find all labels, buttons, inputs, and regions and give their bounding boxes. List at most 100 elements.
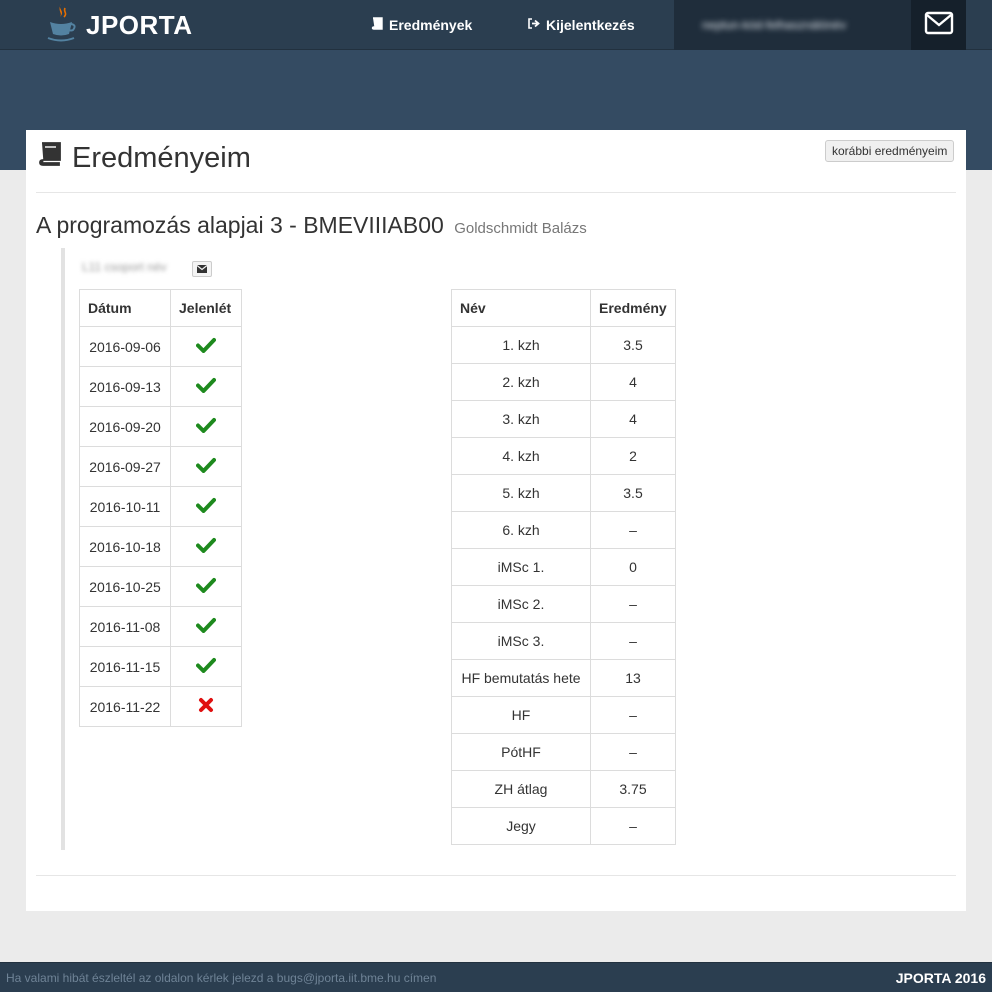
attendance-date: 2016-11-22 [79, 686, 171, 727]
check-icon [196, 458, 216, 476]
brand-name: JPORTA [86, 9, 193, 40]
user-name: neptun-kód-felhasználónév [702, 18, 847, 32]
result-value: 2 [590, 437, 676, 475]
table-row: 2016-09-13 [79, 366, 242, 407]
result-value: 4 [590, 400, 676, 438]
result-value: – [590, 585, 676, 623]
table-row: 3. kzh 4 [451, 400, 676, 438]
footer: Ha valami hibát észleltél az oldalon kér… [0, 962, 992, 992]
attendance-date: 2016-09-06 [79, 326, 171, 367]
check-icon [196, 658, 216, 676]
nav-user[interactable]: neptun-kód-felhasználónév [674, 0, 911, 50]
attendance-date: 2016-10-11 [79, 486, 171, 527]
result-name: 3. kzh [451, 400, 591, 438]
main-panel: Eredményeim korábbi eredményeim A progra… [26, 130, 966, 911]
attendance-date: 2016-09-20 [79, 406, 171, 447]
book-icon [371, 17, 384, 33]
attendance-date: 2016-11-08 [79, 606, 171, 647]
attendance-mark [170, 606, 242, 647]
table-row: 2016-10-18 [79, 526, 242, 567]
divider [36, 875, 956, 876]
result-value: – [590, 696, 676, 734]
attendance-mark [170, 446, 242, 487]
cross-icon [198, 698, 214, 716]
check-icon [196, 378, 216, 396]
check-icon [196, 338, 216, 356]
table-row: Jegy – [451, 807, 676, 845]
group-mail-button[interactable] [192, 261, 212, 277]
result-name: 2. kzh [451, 363, 591, 401]
result-name: HF [451, 696, 591, 734]
column-header-attendance: Jelenlét [170, 289, 242, 327]
nav-logout-label: Kijelentkezés [546, 17, 635, 33]
lecturer-name: Goldschmidt Balázs [454, 220, 587, 237]
nav-results-label: Eredmények [389, 17, 473, 33]
check-icon [196, 618, 216, 636]
table-row: 2016-09-06 [79, 326, 242, 367]
result-name: 1. kzh [451, 326, 591, 364]
nav-mail-button[interactable] [911, 0, 966, 50]
result-value: – [590, 511, 676, 549]
result-name: iMSc 3. [451, 622, 591, 660]
attendance-mark [170, 366, 242, 407]
attendance-mark [170, 326, 242, 367]
java-cup-icon [44, 2, 78, 49]
nav-results-link[interactable]: Eredmények [371, 0, 472, 50]
table-row: PótHF – [451, 733, 676, 771]
table-row: 2. kzh 4 [451, 363, 676, 401]
result-value: 3.5 [590, 326, 676, 364]
table-row: iMSc 2. – [451, 585, 676, 623]
table-row: 2016-10-25 [79, 566, 242, 607]
result-name: iMSc 2. [451, 585, 591, 623]
result-name: 6. kzh [451, 511, 591, 549]
result-name: HF bemutatás hete [451, 659, 591, 697]
result-value: 3.5 [590, 474, 676, 512]
brand[interactable]: JPORTA [44, 2, 193, 49]
attendance-mark [170, 686, 242, 727]
check-icon [196, 578, 216, 596]
attendance-mark [170, 406, 242, 447]
footer-notice: Ha valami hibát észleltél az oldalon kér… [6, 970, 437, 985]
attendance-mark [170, 526, 242, 567]
attendance-mark [170, 486, 242, 527]
table-row: 5. kzh 3.5 [451, 474, 676, 512]
book-icon [36, 141, 62, 175]
page-title-text: Eredményeim [72, 141, 251, 174]
result-name: PótHF [451, 733, 591, 771]
table-row: 2016-11-22 [79, 686, 242, 727]
result-name: ZH átlag [451, 770, 591, 808]
divider [36, 192, 956, 193]
nav-logout-link[interactable]: Kijelentkezés [527, 0, 635, 50]
check-icon [196, 498, 216, 516]
result-value: – [590, 733, 676, 771]
table-row: 2016-11-08 [79, 606, 242, 647]
course-title: A programozás alapjai 3 - BMEVIIIAB00 [36, 212, 444, 238]
column-header-name: Név [451, 289, 591, 327]
group-name: L11 csoport név [82, 260, 167, 274]
attendance-date: 2016-09-13 [79, 366, 171, 407]
check-icon [196, 418, 216, 436]
result-value: 0 [590, 548, 676, 586]
table-row: HF bemutatás hete 13 [451, 659, 676, 697]
result-value: 3.75 [590, 770, 676, 808]
attendance-date: 2016-10-18 [79, 526, 171, 567]
attendance-date: 2016-10-25 [79, 566, 171, 607]
attendance-mark [170, 646, 242, 687]
table-row: 2016-10-11 [79, 486, 242, 527]
previous-results-button[interactable]: korábbi eredményeim [825, 140, 955, 162]
table-row: 4. kzh 2 [451, 437, 676, 475]
attendance-mark [170, 566, 242, 607]
envelope-icon [196, 260, 208, 278]
column-header-date: Dátum [79, 289, 171, 327]
results-table: Név Eredmény 1. kzh 3.5 2. kzh 4 3. kzh 4 4. k… [451, 289, 676, 845]
table-row: ZH átlag 3.75 [451, 770, 676, 808]
envelope-icon [924, 11, 954, 40]
result-value: 13 [590, 659, 676, 697]
table-row: iMSc 1. 0 [451, 548, 676, 586]
attendance-date: 2016-11-15 [79, 646, 171, 687]
table-row: HF – [451, 696, 676, 734]
table-row: 2016-09-20 [79, 406, 242, 447]
navbar: JPORTA Eredmények Kijelentkezés neptun-k… [0, 0, 992, 50]
result-value: – [590, 807, 676, 845]
course-heading: A programozás alapjai 3 - BMEVIIIAB00 Go… [36, 212, 587, 239]
